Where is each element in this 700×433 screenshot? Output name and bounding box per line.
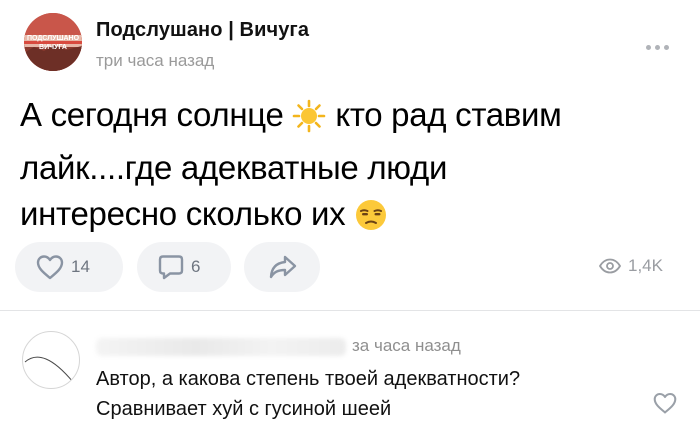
heart-icon xyxy=(653,392,677,414)
post-text-part: кто рад ставим xyxy=(335,96,562,133)
svg-text:ВИЧУГА: ВИЧУГА xyxy=(39,44,67,51)
group-name[interactable]: Подслушано | Вичуга xyxy=(96,19,309,42)
comment-text-line-2: Сравнивает хуй с гусиной шеей xyxy=(96,398,392,420)
comment-timestamp: за часа назад xyxy=(352,336,461,355)
comment-item: за часа назад Автор, а какова степень тв… xyxy=(0,311,700,433)
more-options-icon[interactable] xyxy=(646,37,676,50)
comment-like-button[interactable] xyxy=(652,391,678,420)
avatar-placeholder xyxy=(24,356,74,383)
svg-text:ПОДСЛУШАНО: ПОДСЛУШАНО xyxy=(27,35,80,42)
post-actions-bar: 14 6 1,4K xyxy=(0,242,700,294)
like-count: 14 xyxy=(71,257,90,276)
group-avatar-image: ПОДСЛУШАНО ВИЧУГА xyxy=(24,13,82,71)
heart-icon xyxy=(36,255,64,280)
sun-emoji-icon xyxy=(292,99,326,145)
post-text-part: интересно сколько их xyxy=(20,195,346,232)
post-text-line-3: интересно сколько их xyxy=(20,191,680,244)
post-text-line-2: лайк....где адекватные люди xyxy=(20,149,448,186)
eye-icon xyxy=(598,258,622,274)
post-text: А сегодня солнце кто рад ставим лайк....… xyxy=(20,92,680,244)
unamused-face-emoji-icon xyxy=(354,198,388,244)
like-button[interactable]: 14 xyxy=(15,242,123,292)
comment-text-line-1: Автор, а какова степень твоей адекватнос… xyxy=(96,368,521,390)
views-count: 1,4K xyxy=(628,256,663,275)
views-indicator: 1,4K xyxy=(598,256,663,276)
commenter-name-hidden xyxy=(96,338,346,356)
post-timestamp: три часа назад xyxy=(96,51,215,70)
post-header: ПОДСЛУШАНО ВИЧУГА Подслушано | Вичуга тр… xyxy=(0,0,700,82)
post-text-part: А сегодня солнце xyxy=(20,96,284,133)
comment-button[interactable]: 6 xyxy=(137,242,231,292)
commenter-avatar[interactable] xyxy=(22,331,80,389)
share-arrow-icon xyxy=(269,255,297,279)
share-button[interactable] xyxy=(244,242,320,292)
group-avatar[interactable]: ПОДСЛУШАНО ВИЧУГА xyxy=(24,13,82,71)
comment-text: Автор, а какова степень твоей адекватнос… xyxy=(96,364,656,424)
comment-count: 6 xyxy=(191,257,201,276)
post-text-line-1: А сегодня солнце кто рад ставим xyxy=(20,92,680,145)
comment-bubble-icon xyxy=(158,255,184,280)
